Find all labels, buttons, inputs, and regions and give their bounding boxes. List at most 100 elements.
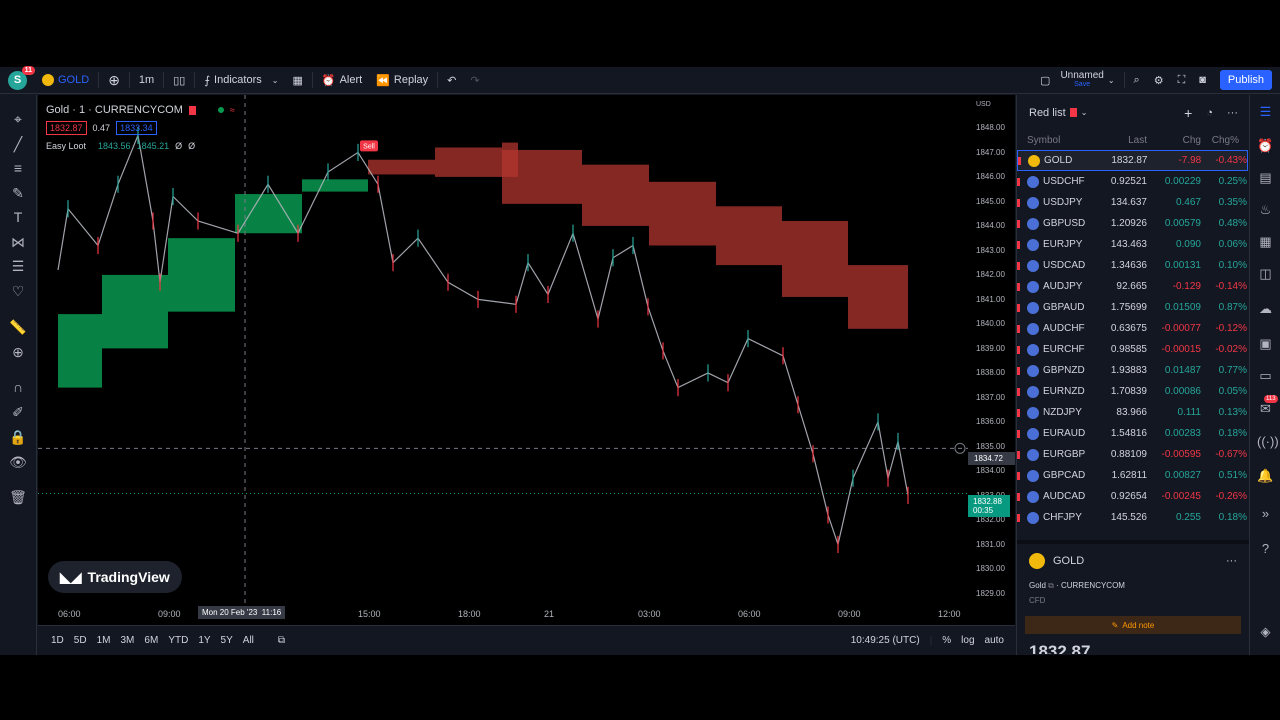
chart-pane[interactable]: Sell Gold · 1 · CURRENCYCOM ≈ 1832.87 0.… — [38, 95, 968, 645]
chart-type-button[interactable]: ▯▯ — [166, 67, 192, 94]
col-last[interactable]: Last — [1099, 135, 1147, 146]
watchlist-row[interactable]: GOLD 1832.87 -7.98 -0.43% — [1017, 150, 1248, 171]
watchlist-row[interactable]: USDCAD 1.34636 0.00131 0.10% — [1017, 255, 1248, 276]
templates-button[interactable]: ▦ — [285, 67, 309, 94]
range-button-ytd[interactable]: YTD — [163, 635, 193, 646]
advanced-view-icon[interactable]: ◔ — [1206, 107, 1213, 119]
help-icon[interactable]: ? — [1257, 540, 1274, 557]
watchlist-row[interactable]: AUDCAD 0.92654 -0.00245 -0.26% — [1017, 486, 1248, 507]
watchlist-row[interactable]: USDJPY 134.637 0.467 0.35% — [1017, 192, 1248, 213]
indicators-button[interactable]: ⨍ Indicators ⌄ — [197, 67, 285, 94]
hotlists-fire-icon[interactable]: ♨ — [1257, 201, 1274, 218]
symbol-search-button[interactable]: GOLD — [35, 67, 96, 94]
watchlist-row[interactable]: EURJPY 143.463 0.090 0.06% — [1017, 234, 1248, 255]
price-axis-currency[interactable]: USD — [976, 101, 991, 108]
price-axis[interactable]: USD 1848.00 1847.00 1846.00 1845.00 1844.00 1… — [968, 95, 1015, 645]
watchlist-row[interactable]: EURNZD 1.70839 0.00086 0.05% — [1017, 381, 1248, 402]
range-button-1m[interactable]: 1M — [92, 635, 116, 646]
ruler-icon[interactable]: 📏 — [9, 318, 27, 336]
fullscreen-button[interactable]: ⛶ — [1171, 67, 1193, 94]
watchlist-row[interactable]: GBPCAD 1.62811 0.00827 0.51% — [1017, 465, 1248, 486]
indicator-name[interactable]: Easy Loot — [46, 141, 86, 151]
details-exchange[interactable]: CURRENCYCOM — [1061, 581, 1125, 590]
watchlist-row[interactable]: EURCHF 0.98585 -0.00015 -0.02% — [1017, 339, 1248, 360]
range-button-5y[interactable]: 5Y — [216, 635, 238, 646]
quick-search-button[interactable]: ⌕ — [1127, 67, 1147, 94]
redo-button[interactable]: ↷ — [463, 67, 486, 94]
range-button-5d[interactable]: 5D — [69, 635, 92, 646]
user-avatar[interactable]: S 11 — [8, 65, 35, 90]
favorites-heart-icon[interactable]: ♡ — [9, 282, 27, 300]
col-chg[interactable]: Chg — [1147, 135, 1201, 146]
replay-button[interactable]: ⏪ Replay — [369, 67, 435, 94]
time-axis[interactable]: 06:00 09:00 15:00 18:00 21 03:00 06:00 09:00 12:… — [38, 603, 968, 625]
col-symbol[interactable]: Symbol — [1017, 135, 1099, 146]
calendar-icon[interactable]: ▦ — [1257, 233, 1274, 250]
fib-retracement-icon[interactable]: ≡ — [9, 159, 27, 177]
magnet-icon[interactable]: ∩ — [9, 378, 27, 396]
undo-button[interactable]: ↶ — [440, 67, 463, 94]
settings-button[interactable]: ⚙ — [1147, 67, 1171, 94]
bell-icon[interactable]: 🔔 — [1257, 467, 1274, 484]
watchlist-row[interactable]: GBPUSD 1.20926 0.00579 0.48% — [1017, 213, 1248, 234]
collapse-icon[interactable]: » — [1257, 505, 1274, 522]
alert-button[interactable]: ⏰ Alert — [315, 67, 369, 94]
auto-scale-toggle[interactable]: auto — [980, 635, 1009, 646]
bid-price[interactable]: 1832.87 — [46, 121, 87, 135]
range-button-6m[interactable]: 6M — [139, 635, 163, 646]
percent-scale-toggle[interactable]: % — [937, 635, 956, 646]
range-button-1y[interactable]: 1Y — [193, 635, 215, 646]
ideas-icon[interactable]: ☁ — [1257, 300, 1274, 317]
watchlist-row[interactable]: NZDJPY 83.966 0.111 0.13% — [1017, 402, 1248, 423]
layers-icon[interactable]: ◈ — [1257, 623, 1274, 640]
col-chg-pct[interactable]: Chg% — [1201, 135, 1239, 146]
range-button-1d[interactable]: 1D — [46, 635, 69, 646]
news-icon[interactable]: ◫ — [1257, 265, 1274, 282]
layout-button[interactable]: ▢ Unnamed Save ⌄ — [1033, 67, 1121, 94]
utc-clock[interactable]: 10:49:25 (UTC) — [846, 635, 925, 646]
watchlist-row[interactable]: EURGBP 0.88109 -0.00595 -0.67% — [1017, 444, 1248, 465]
watchlist-row[interactable]: USDCHF 0.92521 0.00229 0.25% — [1017, 171, 1248, 192]
chat-icon[interactable]: ▭ — [1257, 367, 1274, 384]
trash-icon[interactable]: 🗑 — [9, 488, 27, 506]
external-link-icon[interactable]: ⧉ — [1048, 581, 1054, 590]
add-note-button[interactable]: ✎ Add note — [1025, 616, 1241, 634]
data-window-icon[interactable]: ▤ — [1257, 169, 1274, 186]
watchlist-row[interactable]: GBPNZD 1.93883 0.01487 0.77% — [1017, 360, 1248, 381]
watchlist-row[interactable]: CHFJPY 145.526 0.255 0.18% — [1017, 507, 1248, 528]
ask-price[interactable]: 1833.34 — [116, 121, 157, 135]
watchlist-icon[interactable]: ☰ — [1257, 103, 1274, 120]
chevron-down-icon[interactable]: ⌄ — [1081, 108, 1088, 117]
pattern-tool-icon[interactable]: ⋈ — [9, 233, 27, 251]
watchlist-row[interactable]: AUDCHF 0.63675 -0.00077 -0.12% — [1017, 318, 1248, 339]
zoom-in-icon[interactable]: ⊕ — [9, 343, 27, 361]
interval-button[interactable]: 1m — [132, 67, 161, 94]
streams-icon[interactable]: ▣ — [1257, 335, 1274, 352]
brush-icon[interactable]: ✎ — [9, 184, 27, 202]
trend-line-icon[interactable]: ╱ — [9, 135, 27, 153]
eye-icon[interactable]: 👁 — [9, 453, 27, 471]
go-to-date-icon[interactable]: ⧉ — [273, 635, 290, 646]
text-tool-icon[interactable]: T — [9, 208, 27, 226]
prediction-tool-icon[interactable]: ☰ — [9, 257, 27, 275]
signal-icon[interactable]: ((·)) — [1257, 433, 1279, 450]
tradingview-logo[interactable]: ◣◢ TradingView — [48, 561, 182, 593]
publish-button[interactable]: Publish — [1219, 70, 1272, 90]
snapshot-button[interactable]: ◙ — [1192, 67, 1213, 94]
watchlist-name[interactable]: Red list — [1029, 107, 1066, 119]
details-symbol[interactable]: GOLD — [1053, 555, 1084, 567]
add-symbol-icon[interactable]: + — [1184, 105, 1192, 121]
crosshair-tool-icon[interactable]: ⌖ — [9, 110, 27, 128]
alerts-clock-icon[interactable]: ⏰ — [1257, 137, 1274, 154]
watchlist-row[interactable]: EURAUD 1.54816 0.00283 0.18% — [1017, 423, 1248, 444]
lock-icon[interactable]: 🔒 — [9, 428, 27, 446]
watchlist-row[interactable]: GBPAUD 1.75699 0.01509 0.87% — [1017, 297, 1248, 318]
watchlist-row[interactable]: AUDJPY 92.665 -0.129 -0.14% — [1017, 276, 1248, 297]
more-icon[interactable]: ··· — [1226, 555, 1237, 567]
price-chart[interactable]: Sell — [38, 95, 968, 605]
range-button-all[interactable]: All — [238, 635, 259, 646]
more-icon[interactable]: ··· — [1227, 107, 1238, 119]
range-button-3m[interactable]: 3M — [116, 635, 140, 646]
log-scale-toggle[interactable]: log — [956, 635, 979, 646]
compare-button[interactable]: ⊕ — [101, 67, 127, 94]
